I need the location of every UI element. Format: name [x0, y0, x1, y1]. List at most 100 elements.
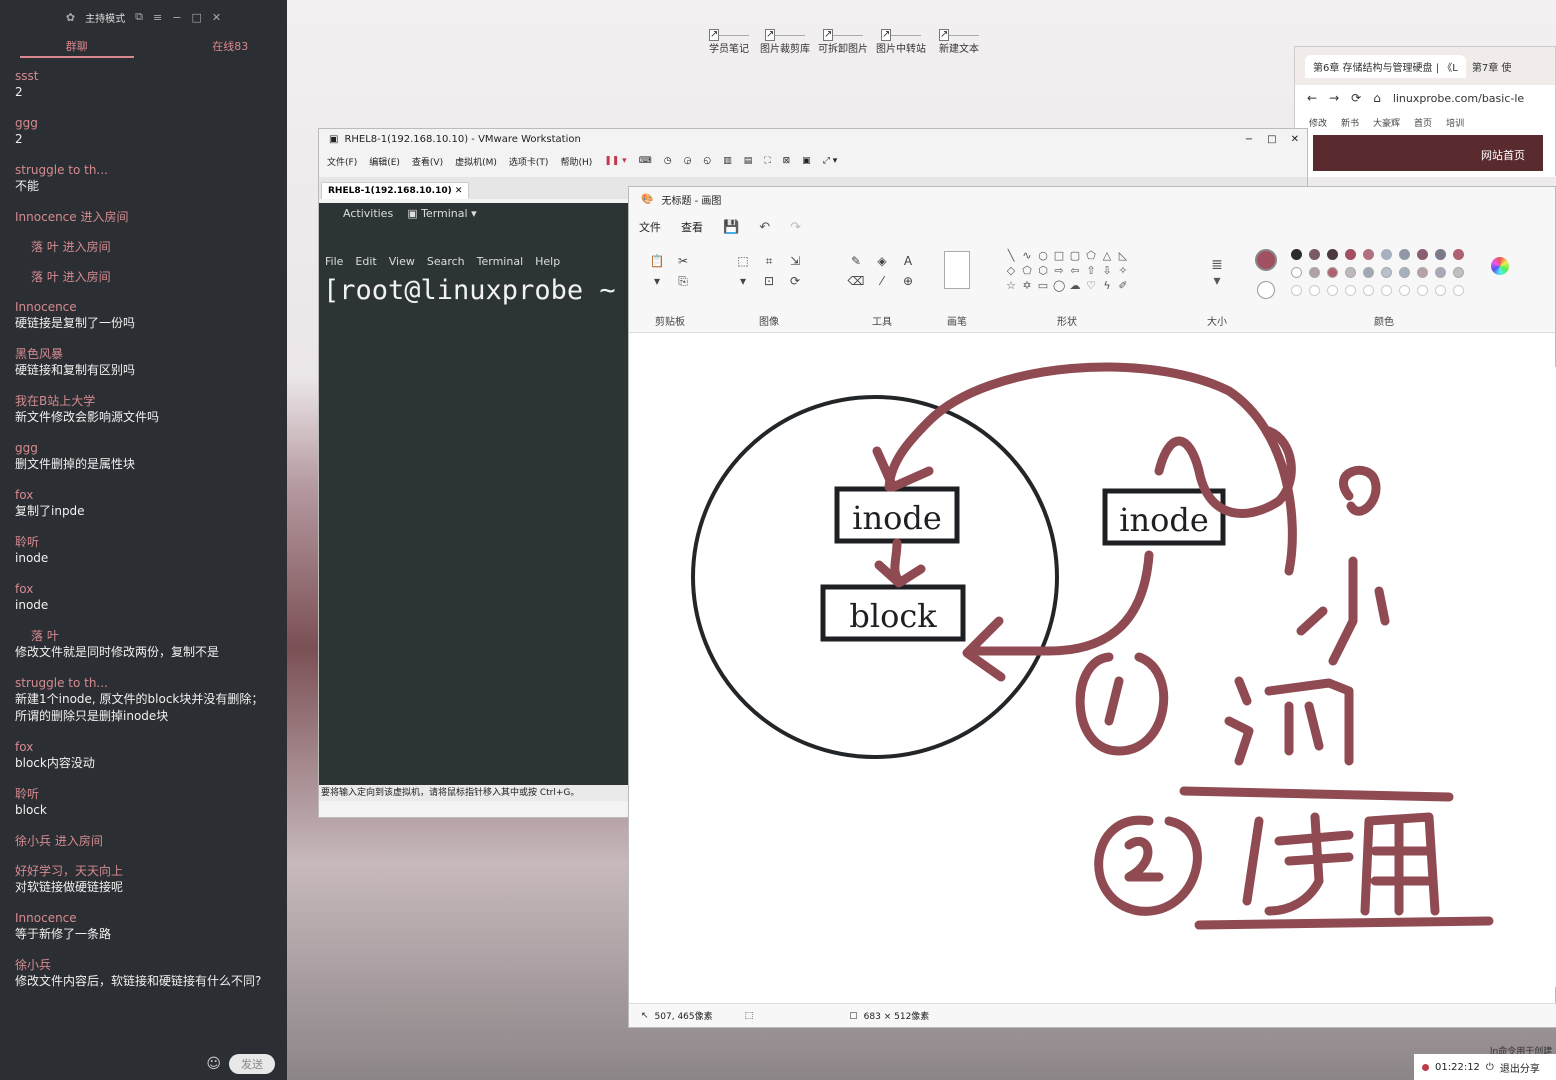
color-swatch[interactable]	[1381, 267, 1392, 278]
color-swatch[interactable]	[1435, 249, 1446, 260]
heart-shape-icon[interactable]: ♡	[1085, 279, 1097, 292]
rect-shape-icon[interactable]: □	[1053, 249, 1065, 262]
custom-color-slot[interactable]	[1399, 285, 1410, 296]
paint-menu-view[interactable]: 查看	[681, 219, 703, 235]
stretch-icon[interactable]: ⤢ ▾	[823, 156, 838, 166]
color-swatch[interactable]	[1435, 267, 1446, 278]
color-swatch[interactable]	[1345, 267, 1356, 278]
chat-message-nick[interactable]: Innocence	[15, 299, 272, 315]
desktop-icon-crop[interactable]: 图片裁剪库	[757, 10, 813, 55]
chat-message-nick[interactable]: ssst	[15, 68, 272, 84]
paint-canvas[interactable]: inode block inode	[629, 362, 1556, 987]
paste-dropdown-icon[interactable]: ▾	[649, 273, 665, 289]
color-swatch[interactable]	[1345, 249, 1356, 260]
curve-shape-icon[interactable]: ∿	[1021, 249, 1033, 262]
reload-icon[interactable]: ⟳	[1351, 91, 1361, 105]
arrow-left-shape-icon[interactable]: ⇦	[1069, 264, 1081, 277]
color-swatch[interactable]	[1309, 249, 1320, 260]
term-menu-terminal[interactable]: Terminal	[477, 255, 524, 268]
chat-message-nick[interactable]: fox	[15, 487, 272, 503]
term-menu-search[interactable]: Search	[427, 255, 465, 268]
desktop-icon-notes[interactable]: 学员笔记	[701, 10, 757, 55]
chat-message-nick[interactable]: 落 叶 进入房间	[15, 269, 272, 285]
chat-message-nick[interactable]: Innocence	[15, 910, 272, 926]
copy-icon[interactable]: ⎘	[675, 273, 691, 289]
paste-icon[interactable]: 📋	[649, 253, 665, 269]
chat-message-nick[interactable]: struggle to th...	[15, 675, 272, 691]
image-text-icon[interactable]: ⊡	[761, 273, 777, 289]
custom-color-slot[interactable]	[1363, 285, 1374, 296]
custom-color-slot[interactable]	[1327, 285, 1338, 296]
right-triangle-shape-icon[interactable]: ◺	[1117, 249, 1129, 262]
chat-message-nick[interactable]: fox	[15, 739, 272, 755]
rounded-rect-shape-icon[interactable]: ▢	[1069, 249, 1081, 262]
close-icon[interactable]: ✕	[212, 11, 221, 24]
paint-menu-file[interactable]: 文件	[639, 219, 661, 235]
maximize-icon[interactable]: □	[1267, 134, 1276, 145]
chat-message-nick[interactable]: 我在B站上大学	[15, 393, 272, 409]
bookmark-item[interactable]: 新书	[1341, 116, 1359, 129]
shape-gallery[interactable]: ╲ ∿ ○ □ ▢ ⬠ △ ◺ ◇ ⬠ ⬡ ⇨ ⇦ ⇧ ⇩ ✧ ☆ ✡ ▭ ◯ ☁ ♡ ϟ ✐	[989, 249, 1145, 292]
bookmark-item[interactable]: 修改	[1309, 116, 1327, 129]
color2-swatch[interactable]	[1257, 281, 1275, 299]
site-home-button[interactable]: 网站首页	[1313, 135, 1543, 171]
bookmark-item[interactable]: 大豪辉	[1373, 116, 1400, 129]
arrow-down-shape-icon[interactable]: ⇩	[1101, 264, 1113, 277]
lightning-shape-icon[interactable]: ϟ	[1101, 279, 1113, 292]
color-swatch[interactable]	[1417, 249, 1428, 260]
chat-message-nick[interactable]: ggg	[15, 440, 272, 456]
view-thumbnail-icon[interactable]: ▤	[744, 156, 753, 166]
minimize-icon[interactable]: −	[172, 11, 181, 24]
star5-shape-icon[interactable]: ☆	[1005, 279, 1017, 292]
diamond-shape-icon[interactable]: ◇	[1005, 264, 1017, 277]
chat-message-nick[interactable]: 好好学习，天天向上	[15, 863, 272, 879]
menu-help[interactable]: 帮助(H)	[560, 155, 592, 168]
select-dropdown-icon[interactable]: ▾	[735, 273, 751, 289]
custom-color-slot[interactable]	[1417, 285, 1428, 296]
custom-color-slot[interactable]	[1381, 285, 1392, 296]
menu-tabs[interactable]: 选项卡(T)	[509, 155, 549, 168]
chat-message-nick[interactable]: 徐小兵 进入房间	[15, 833, 272, 849]
bookmark-item[interactable]: 培训	[1446, 116, 1464, 129]
color-swatch[interactable]	[1327, 249, 1338, 260]
color1-swatch[interactable]	[1255, 249, 1277, 271]
browser-tab[interactable]: 第7章 使	[1472, 59, 1512, 74]
pencil-icon[interactable]: ✎	[848, 253, 864, 269]
close-icon[interactable]: ✕	[455, 186, 463, 196]
term-menu-file[interactable]: File	[325, 255, 343, 268]
menu-view[interactable]: 查看(V)	[412, 155, 443, 168]
oval-shape-icon[interactable]: ○	[1037, 249, 1049, 262]
chat-message-nick[interactable]: Innocence 进入房间	[15, 209, 272, 225]
expand-icon[interactable]: ⧉	[135, 10, 143, 24]
desktop-icon-detach[interactable]: 可拆卸图片	[815, 10, 871, 55]
color-swatch[interactable]	[1453, 249, 1464, 260]
cut-icon[interactable]: ✂	[675, 253, 691, 269]
chat-message-nick[interactable]: fox	[15, 581, 272, 597]
color-swatch[interactable]	[1291, 249, 1302, 260]
callout-rect-shape-icon[interactable]: ▭	[1037, 279, 1049, 292]
snapshot-restore-icon[interactable]: ◶	[684, 156, 692, 166]
brush-icon[interactable]	[944, 251, 970, 289]
callout-cloud-shape-icon[interactable]: ☁	[1069, 279, 1081, 292]
triangle-shape-icon[interactable]: △	[1101, 249, 1113, 262]
address-bar[interactable]: linuxprobe.com/basic-le	[1393, 92, 1524, 105]
polygon-shape-icon[interactable]: ⬠	[1085, 249, 1097, 262]
chat-message-nick[interactable]: 落 叶 进入房间	[15, 239, 272, 255]
chat-message-nick[interactable]: 徐小兵	[15, 957, 272, 973]
outline-icon[interactable]: ✐	[1117, 279, 1129, 292]
fill-icon[interactable]: ◈	[874, 253, 890, 269]
color-swatch[interactable]	[1399, 267, 1410, 278]
custom-color-slot[interactable]	[1453, 285, 1464, 296]
magnifier-icon[interactable]: ⊕	[900, 273, 916, 289]
color-swatch[interactable]	[1381, 249, 1392, 260]
send-button[interactable]: 发送	[229, 1054, 275, 1074]
minimize-icon[interactable]: −	[1245, 134, 1253, 145]
color-swatch[interactable]	[1363, 249, 1374, 260]
crop-icon[interactable]: ⌗	[761, 253, 777, 269]
back-icon[interactable]: ←	[1307, 91, 1317, 105]
home-icon[interactable]: ⌂	[1373, 91, 1381, 105]
undo-icon[interactable]: ↶	[759, 220, 770, 235]
desktop-icon-newtext[interactable]: 新建文本	[931, 10, 987, 55]
exit-share-button[interactable]: 退出分享	[1500, 1060, 1540, 1075]
terminal-prompt[interactable]: [root@linuxprobe ~	[323, 275, 616, 306]
